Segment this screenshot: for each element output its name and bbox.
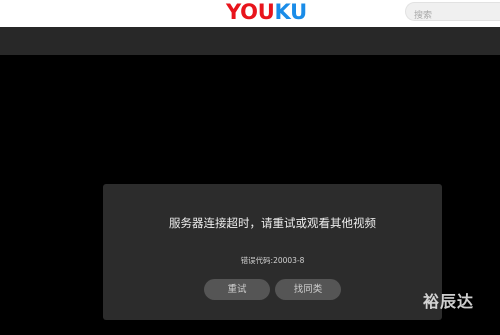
error-dialog: 服务器连接超时，请重试或观看其他视频 错误代码:20003-8 重试 找同类: [103, 184, 442, 320]
logo-ku-text: KU: [274, 0, 307, 24]
top-header: YOUKU: [0, 0, 500, 27]
error-message: 服务器连接超时，请重试或观看其他视频: [169, 216, 376, 230]
find-similar-button[interactable]: 找同类: [275, 279, 341, 300]
logo-you-text: YOU: [226, 0, 275, 24]
search-box[interactable]: [405, 2, 500, 25]
retry-button[interactable]: 重试: [204, 279, 270, 300]
sub-navigation-bar: [0, 27, 500, 55]
youku-logo[interactable]: YOUKU: [226, 0, 307, 27]
error-code: 错误代码:20003-8: [240, 256, 305, 265]
watermark-text: 裕辰达: [423, 292, 475, 311]
search-input[interactable]: [406, 7, 500, 25]
